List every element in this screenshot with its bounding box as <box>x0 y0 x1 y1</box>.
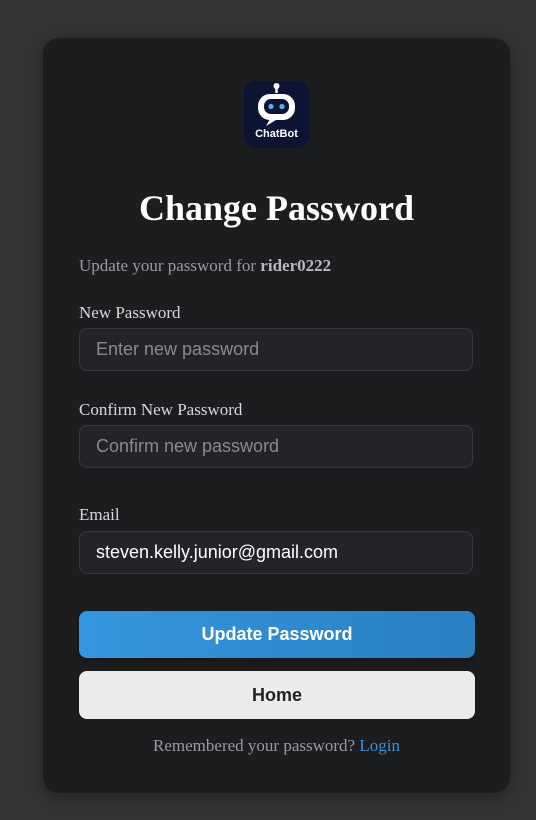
new-password-input[interactable] <box>79 328 473 371</box>
email-label: Email <box>79 505 120 524</box>
page-title: Change Password <box>138 188 415 228</box>
confirm-password-label: Confirm New Password <box>79 400 243 419</box>
confirm-password-input[interactable] <box>79 425 473 468</box>
robot-icon <box>258 83 295 126</box>
home-button[interactable]: Home <box>79 671 475 719</box>
update-password-button[interactable]: Update Password <box>79 611 475 658</box>
new-password-label: New Password <box>79 303 181 322</box>
change-password-card: ChatBot Change Password Update your pass… <box>43 38 510 793</box>
footer-text: Remembered your password? <box>153 736 360 755</box>
footer: Remembered your password? Login <box>43 736 510 756</box>
chatbot-logo: ChatBot <box>244 81 309 148</box>
subtitle-text: Update your password for <box>79 256 261 275</box>
email-input[interactable] <box>79 531 473 574</box>
username: rider0222 <box>260 256 332 275</box>
login-link[interactable]: Login <box>359 736 400 755</box>
page-subtitle: Update your password for rider0222 <box>79 256 331 276</box>
logo-text: ChatBot <box>255 128 298 140</box>
